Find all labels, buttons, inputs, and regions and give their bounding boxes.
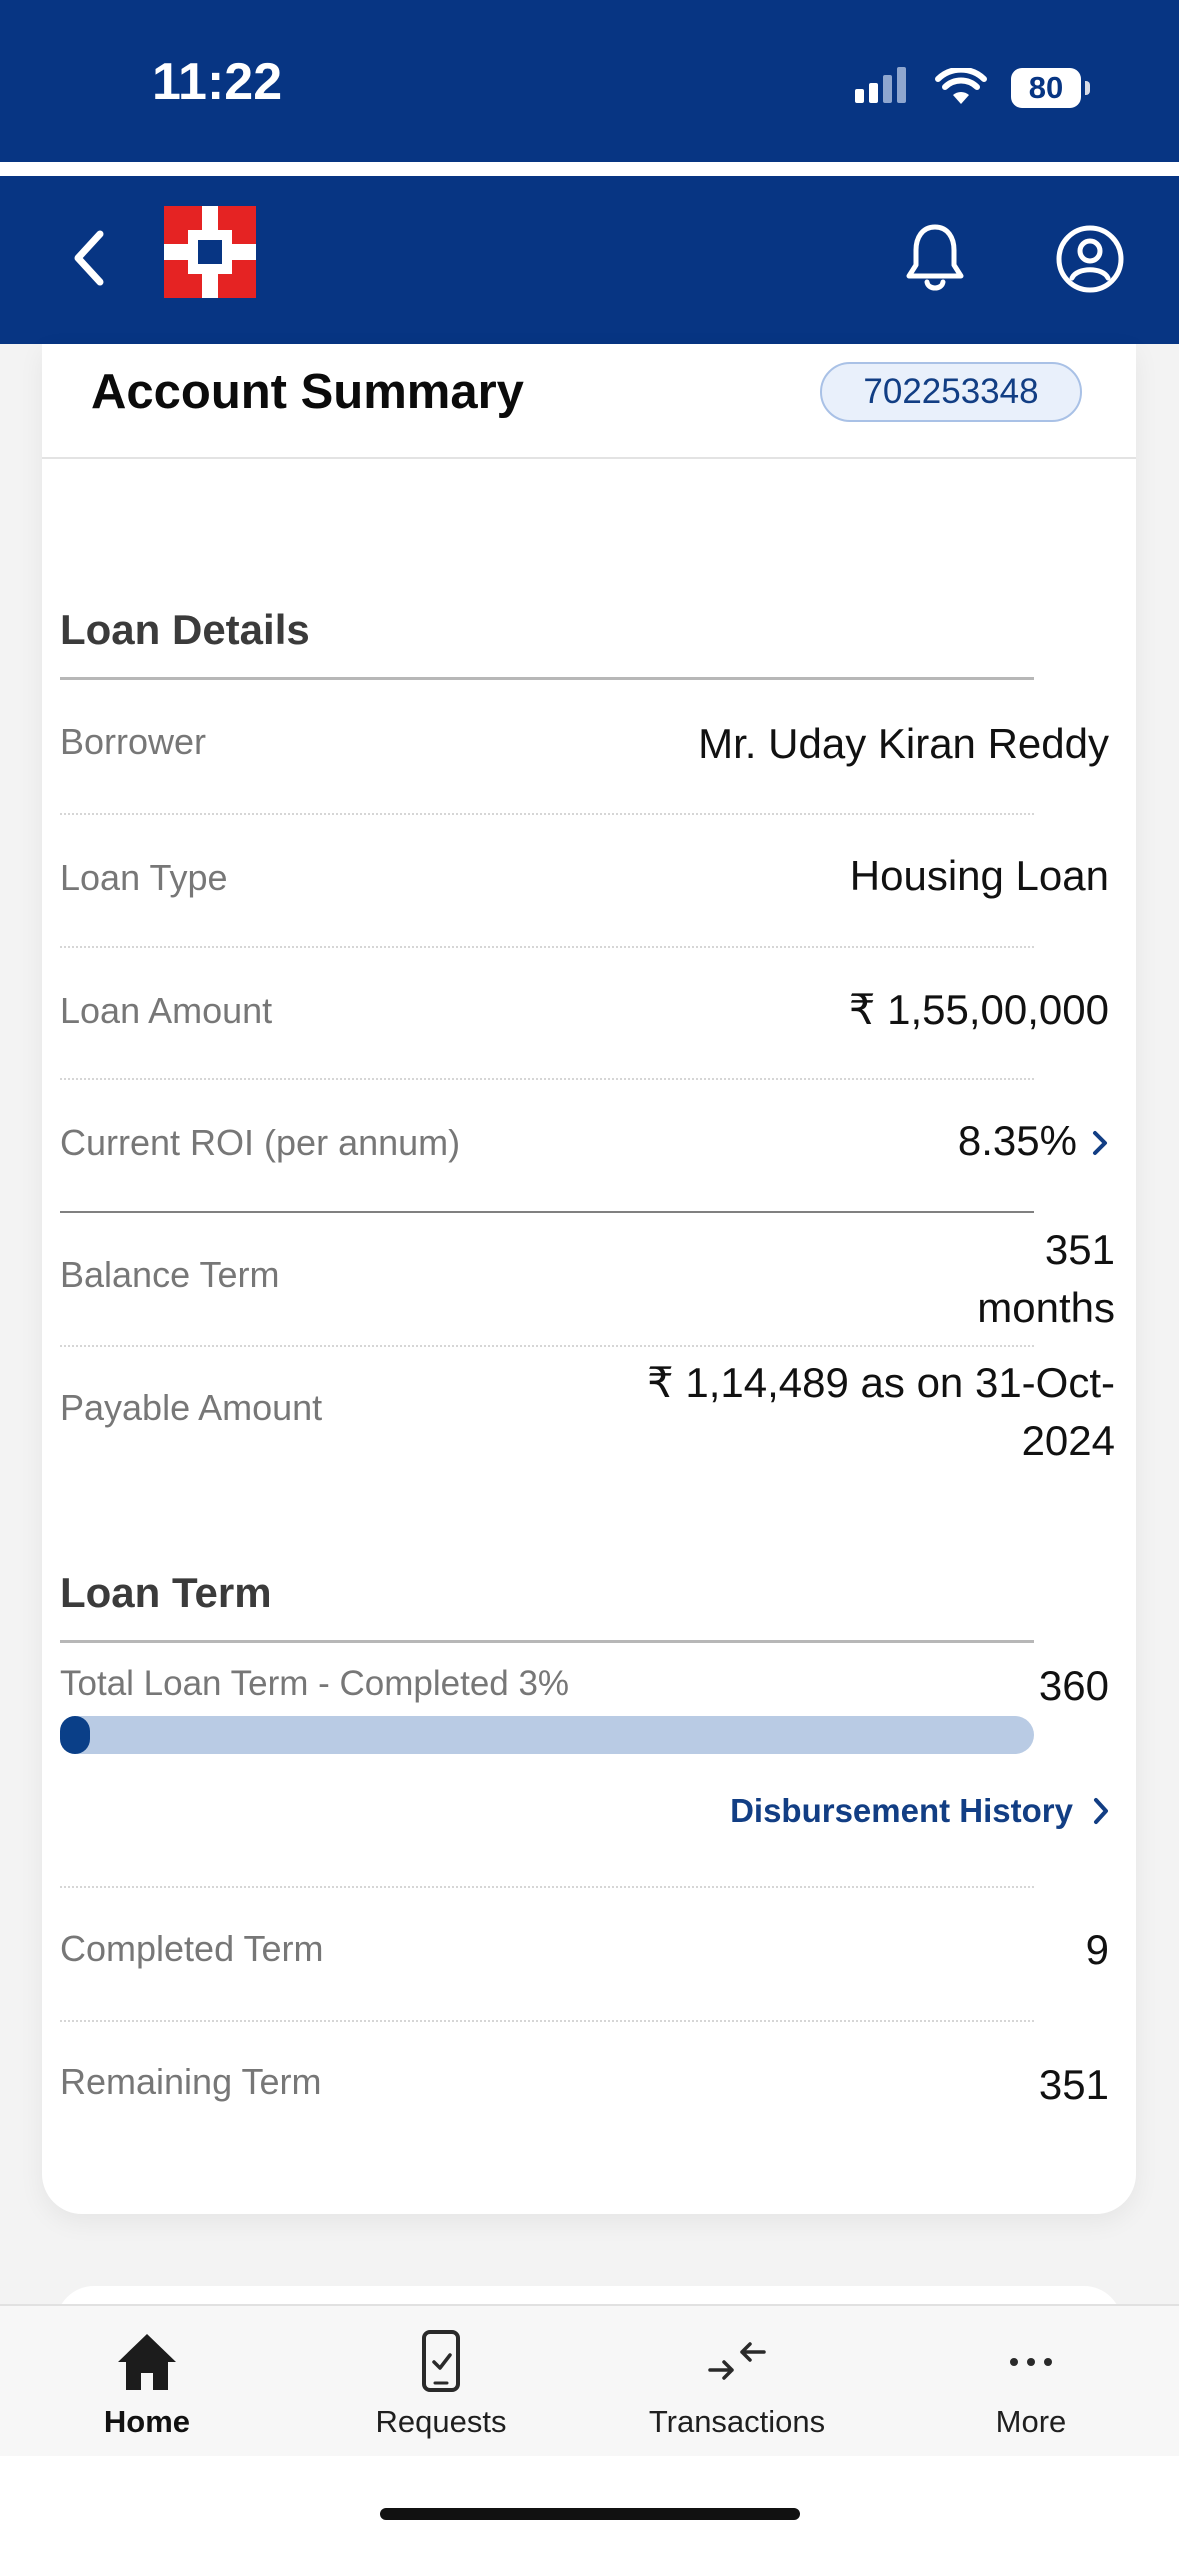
account-number-badge[interactable]: 702253348 <box>820 362 1082 422</box>
chevron-right-icon <box>1093 1131 1107 1155</box>
tab-transactions-label: Transactions <box>648 2404 826 2439</box>
wifi-icon <box>935 68 987 104</box>
row-divider <box>60 946 1034 948</box>
current-roi-link[interactable]: 8.35% <box>958 1117 1113 1165</box>
phone-check-icon <box>422 2330 460 2392</box>
borrower-value: Mr. Uday Kiran Reddy <box>698 720 1109 767</box>
home-indicator-area <box>0 2456 1179 2556</box>
header-gap <box>0 162 1179 176</box>
loan-term-heading: Loan Term <box>60 1569 272 1616</box>
bank-logo <box>164 206 256 298</box>
loan-term-progress-fill <box>60 1716 90 1754</box>
loan-type-label: Loan Type <box>60 857 228 898</box>
tab-more[interactable]: More <box>884 2306 1178 2458</box>
status-bar: 11:22 80 <box>0 0 1179 162</box>
disbursement-history-link[interactable]: Disbursement History <box>730 1792 1111 1830</box>
chevron-right-icon <box>1094 1798 1108 1824</box>
signal-icon <box>855 67 906 103</box>
status-time: 11:22 <box>152 53 283 111</box>
current-roi-label: Current ROI (per annum) <box>60 1122 461 1163</box>
payable-amount-line2: 2024 <box>1021 1417 1115 1464</box>
loan-amount-label: Loan Amount <box>60 990 273 1031</box>
remaining-term-label: Remaining Term <box>60 2061 322 2102</box>
battery-indicator: 80 <box>1011 68 1090 108</box>
balance-term-unit: months <box>977 1284 1115 1331</box>
payable-amount-line1: ₹ 1,14,489 as on 31-Oct- <box>647 1359 1115 1406</box>
tab-requests[interactable]: Requests <box>294 2306 588 2458</box>
completed-term-value: 9 <box>1085 1926 1109 1973</box>
account-summary-header: Account Summary 702253348 <box>42 344 1136 459</box>
app-header <box>0 176 1179 344</box>
loan-amount-value: ₹ 1,55,00,000 <box>848 986 1109 1033</box>
tab-transactions[interactable]: Transactions <box>590 2306 884 2458</box>
payable-amount-label: Payable Amount <box>60 1387 323 1428</box>
row-divider <box>60 1886 1034 1888</box>
total-loan-term-value: 360 <box>1038 1662 1109 1709</box>
row-divider <box>60 1078 1034 1080</box>
loan-details-divider <box>60 677 1034 680</box>
current-roi-value: 8.35% <box>957 1117 1077 1164</box>
tab-home-label: Home <box>103 2404 191 2439</box>
chevron-left-icon[interactable] <box>66 228 116 288</box>
balance-term-number: 351 <box>1044 1226 1115 1273</box>
row-divider <box>60 2020 1034 2022</box>
row-divider <box>60 1345 1034 1347</box>
more-dots-icon <box>1010 2358 1052 2366</box>
row-divider <box>60 813 1034 815</box>
loan-term-progress-bar <box>60 1716 1034 1754</box>
user-circle-icon[interactable] <box>1055 224 1125 294</box>
progress-label: Total Loan Term - Completed 3% <box>60 1664 570 1703</box>
home-indicator <box>380 2508 800 2520</box>
bell-icon[interactable] <box>902 220 968 298</box>
payable-amount-value: ₹ 1,14,489 as on 31-Oct- 2024 <box>647 1354 1115 1470</box>
transfer-arrows-icon <box>708 2342 766 2380</box>
loan-details-heading: Loan Details <box>60 606 310 653</box>
page-title: Account Summary <box>91 365 524 419</box>
remaining-term-value: 351 <box>1038 2061 1109 2108</box>
loan-type-value: Housing Loan <box>849 852 1109 899</box>
home-icon <box>118 2334 176 2390</box>
loan-term-divider <box>60 1640 1034 1643</box>
bottom-tabbar: Home Requests Transactions More <box>0 2304 1179 2458</box>
balance-term-value: 351 months <box>977 1221 1115 1337</box>
completed-term-label: Completed Term <box>60 1928 324 1969</box>
disbursement-history-label: Disbursement History <box>730 1792 1073 1829</box>
balance-term-label: Balance Term <box>60 1254 280 1295</box>
status-icons: 80 <box>853 62 1090 114</box>
tab-requests-label: Requests <box>375 2404 507 2439</box>
row-divider <box>60 1211 1034 1213</box>
tab-more-label: More <box>995 2404 1067 2439</box>
tab-home[interactable]: Home <box>0 2306 294 2458</box>
borrower-label: Borrower <box>60 721 207 762</box>
